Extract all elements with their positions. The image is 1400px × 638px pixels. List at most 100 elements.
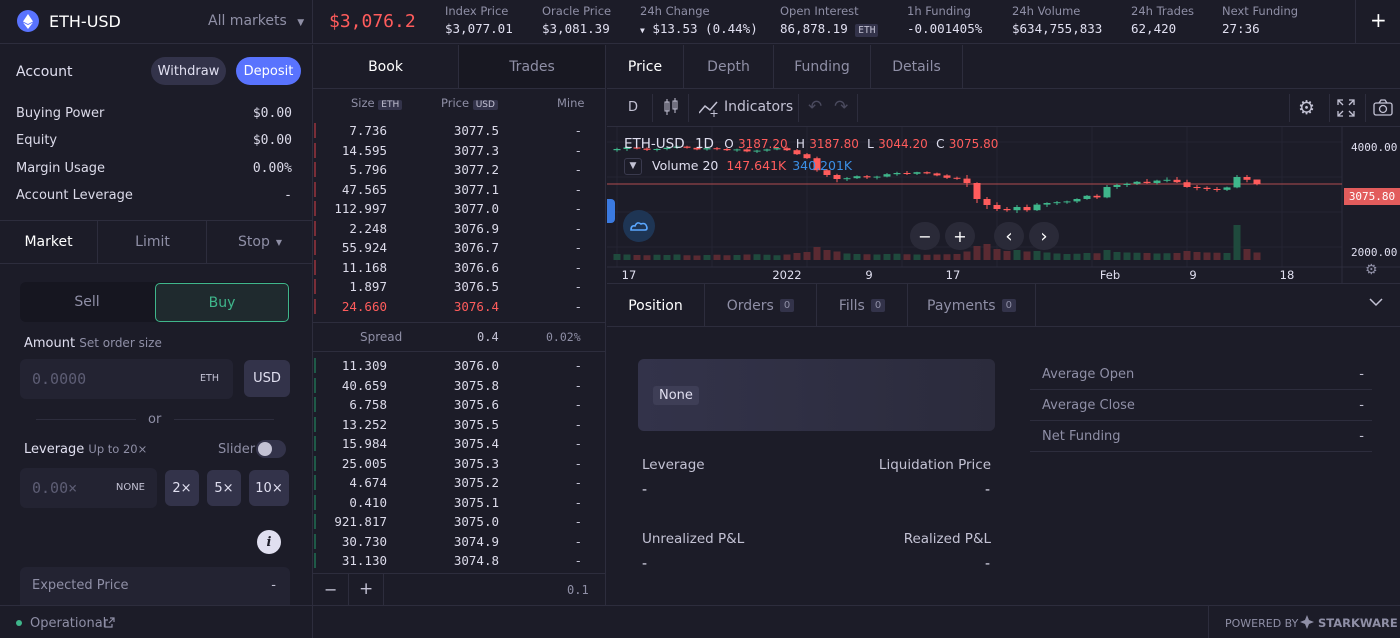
collapse-legend-icon[interactable]: ▼ [624, 158, 642, 175]
chart-side-handle[interactable] [607, 199, 615, 223]
ask-row[interactable]: 11.168 3076.6 - [313, 258, 605, 278]
stat-value: 27:36 [1222, 21, 1260, 36]
indicators-button[interactable]: Indicators [724, 99, 793, 115]
chart-scroll-left-button[interactable]: ‹ [994, 222, 1024, 250]
bid-row[interactable]: 31.130 3074.8 - [313, 551, 605, 571]
candle-body [1183, 182, 1191, 187]
tab-position[interactable]: Position [607, 284, 705, 327]
bid-row[interactable]: 921.817 3075.0 - [313, 512, 605, 532]
status-text[interactable]: Operational [30, 616, 106, 631]
tab-depth[interactable]: Depth [684, 45, 774, 88]
x-tick-label: 2022 [772, 268, 801, 282]
leverage-input[interactable]: 0.00× NONE [20, 468, 157, 508]
volume-bar [793, 253, 801, 260]
ask-row[interactable]: 7.736 3077.5 - [313, 121, 605, 141]
bid-row[interactable]: 13.252 3075.5 - [313, 415, 605, 435]
bid-row[interactable]: 0.410 3075.1 - [313, 493, 605, 513]
chart-settings-icon[interactable]: ⚙ [1365, 262, 1378, 278]
candle-body [863, 176, 871, 178]
bid-row[interactable]: 4.674 3075.2 - [313, 473, 605, 493]
add-market-button[interactable]: + [1370, 8, 1387, 32]
usd-toggle-button[interactable]: USD [244, 360, 290, 397]
info-icon[interactable]: i [257, 530, 281, 554]
tab-payments[interactable]: Payments 0 [908, 284, 1036, 327]
mine-cell: - [574, 416, 582, 432]
tab-fills[interactable]: Fills 0 [817, 284, 908, 327]
buy-button[interactable]: Buy [155, 283, 289, 322]
volume-bar [1203, 252, 1211, 260]
chart-zoom-in-button[interactable]: + [945, 222, 975, 250]
bid-row[interactable]: 15.984 3075.4 - [313, 434, 605, 454]
bid-row[interactable]: 40.659 3075.8 - [313, 376, 605, 396]
mine-cell: - [574, 494, 582, 510]
candle-body [1103, 187, 1111, 198]
volume-bar [863, 254, 871, 260]
tab-market[interactable]: Market [0, 221, 98, 263]
volume-bar [1063, 254, 1071, 260]
tab-trades[interactable]: Trades [459, 45, 605, 89]
bid-row[interactable]: 11.309 3076.0 - [313, 356, 605, 376]
stat-index-price: Index Price $3,077.01 [445, 4, 513, 36]
count-badge: 0 [1001, 299, 1016, 312]
ask-row[interactable]: 2.248 3076.9 - [313, 219, 605, 239]
deposit-button[interactable]: Deposit [236, 57, 301, 85]
account-row-label: Account Leverage [16, 188, 133, 203]
slider-toggle[interactable] [256, 440, 286, 458]
size-cell: 6.758 [349, 397, 387, 412]
ask-row[interactable]: 112.997 3077.0 - [313, 199, 605, 219]
tab-orders[interactable]: Orders 0 [705, 284, 817, 327]
tab-limit[interactable]: Limit [99, 221, 207, 263]
ask-row[interactable]: 55.924 3076.7 - [313, 238, 605, 258]
position-card: None [638, 359, 995, 431]
interval-button[interactable]: D [628, 100, 638, 115]
ask-row[interactable]: 14.595 3077.3 - [313, 141, 605, 161]
leverage-10x-button[interactable]: 10× [249, 470, 289, 506]
y-tick-top: 4000.00 [1351, 141, 1398, 154]
external-link-icon[interactable] [104, 617, 115, 632]
tab-funding[interactable]: Funding [774, 45, 871, 88]
camera-icon[interactable] [1373, 99, 1393, 120]
undo-icon[interactable]: ↶ [808, 97, 822, 117]
bid-row[interactable]: 25.005 3075.3 - [313, 454, 605, 474]
ask-row[interactable]: 47.565 3077.1 - [313, 180, 605, 200]
volume-bar [783, 254, 791, 260]
ask-row[interactable]: 1.897 3076.5 - [313, 277, 605, 297]
chevron-down-icon[interactable] [1369, 296, 1383, 311]
chart-zoom-out-button[interactable]: − [910, 222, 940, 250]
candles-icon[interactable] [663, 98, 679, 120]
mine-cell: - [574, 397, 582, 412]
tab-label: Orders [726, 297, 774, 314]
size-cell: 25.005 [341, 455, 387, 471]
amount-hint: Set order size [79, 336, 162, 350]
volume-bar [833, 251, 841, 260]
amount-input[interactable]: 0.0000 ETH [20, 359, 233, 399]
tab-details[interactable]: Details [871, 45, 963, 88]
bid-row[interactable]: 30.730 3074.9 - [313, 532, 605, 552]
chart-scroll-right-button[interactable]: › [1029, 222, 1059, 250]
volume-legend: ▼ Volume 20 147.641K 340.201K [624, 158, 852, 175]
market-name[interactable]: ETH-USD [49, 12, 121, 31]
stat-next-funding: Next Funding 27:36 [1222, 4, 1298, 36]
withdraw-button[interactable]: Withdraw [151, 57, 226, 85]
volume-bar [693, 255, 701, 260]
zoom-in-button[interactable]: + [359, 579, 373, 599]
leverage-5x-button[interactable]: 5× [207, 470, 241, 506]
stat-value: $13.53 (0.44%) [652, 21, 758, 36]
ask-row[interactable]: 5.796 3077.2 - [313, 160, 605, 180]
tab-price[interactable]: Price [607, 45, 684, 88]
fullscreen-icon[interactable] [1337, 99, 1355, 121]
redo-icon[interactable]: ↷ [834, 97, 848, 117]
gear-icon[interactable]: ⚙ [1298, 97, 1315, 119]
bid-row[interactable]: 6.758 3075.6 - [313, 395, 605, 415]
leverage-2x-button[interactable]: 2× [165, 470, 199, 506]
candle-body [1223, 187, 1231, 190]
indicators-icon[interactable] [698, 99, 719, 121]
sell-button[interactable]: Sell [20, 282, 154, 322]
row-label: Net Funding [1042, 429, 1121, 444]
all-markets-dropdown[interactable]: All markets ▼ [208, 13, 304, 29]
tab-book[interactable]: Book [313, 45, 459, 89]
slider-label: Slider [218, 442, 256, 457]
zoom-out-button[interactable]: − [324, 580, 337, 599]
ask-row[interactable]: 24.660 3076.4 - [313, 297, 605, 317]
tab-stop[interactable]: Stop ▼ [208, 221, 312, 263]
